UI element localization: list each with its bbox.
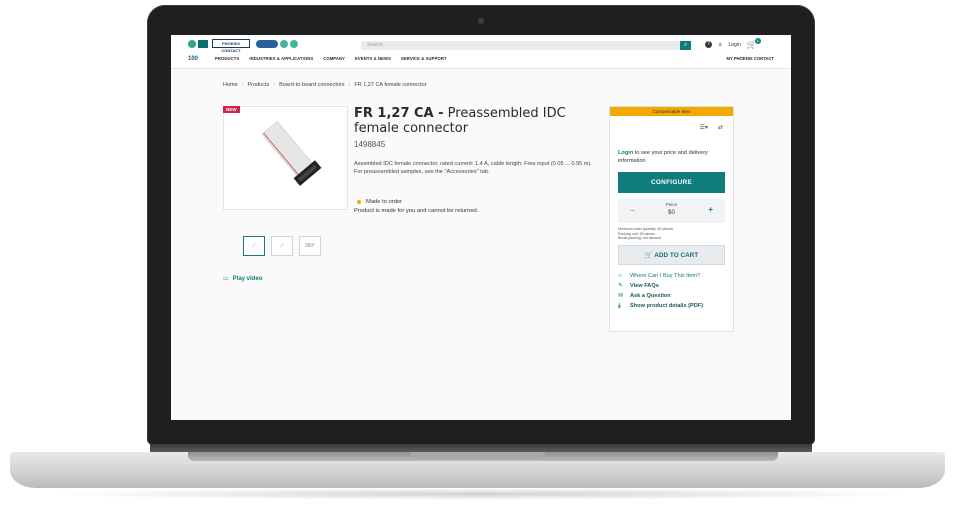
breadcrumb-products[interactable]: Products	[248, 82, 270, 88]
where-to-buy-label: Where Can I Buy This Item?	[630, 273, 701, 279]
customizable-banner: Customizable Item	[610, 107, 733, 116]
product-pdf-link[interactable]: ⤓ Show product details (PDF)	[618, 303, 730, 310]
nav-products[interactable]: PRODUCTS	[215, 56, 239, 61]
chevron-right-icon: ›	[348, 82, 351, 88]
main-nav: PRODUCTS INDUSTRIES & APPLICATIONS COMPA…	[215, 56, 447, 61]
logo-pill-icon	[256, 39, 278, 48]
list-view-icon[interactable]: ☰▾	[700, 124, 708, 131]
laptop-shadow	[40, 488, 920, 500]
video-icon: ▭	[223, 276, 229, 282]
user-icon[interactable]: ♙	[718, 42, 722, 48]
play-video-link[interactable]: ▭ Play video	[223, 275, 263, 283]
product-title: FR 1,27 CA - Preassembled IDC female con…	[354, 106, 599, 136]
laptop-mockup: PHOENIX CONTACT Search ⌕ ? ♙ Login 🛒 1 10…	[0, 0, 953, 507]
ask-question-label: Ask a Question	[630, 293, 671, 299]
play-video-label: Play video	[232, 275, 263, 282]
cart-icon[interactable]: 🛒 1	[747, 38, 761, 49]
break-packing-line: Break packing: not allowed	[618, 236, 661, 241]
header-actions: ? ♙ Login 🛒 1	[705, 38, 761, 49]
availability-label: Made to order	[366, 199, 403, 205]
connector-image	[261, 121, 322, 186]
store-icon: ⌂	[618, 273, 622, 279]
product-image[interactable]	[223, 106, 348, 210]
add-to-cart-label: ADD TO CART	[654, 252, 699, 259]
order-info: Minimum order quantity: 50 pieces Packin…	[618, 227, 728, 241]
login-link[interactable]: Login	[728, 42, 740, 48]
faq-icon: ✎	[618, 283, 624, 289]
product-pdf-label: Show product details (PDF)	[630, 303, 704, 309]
chevron-right-icon: ›	[273, 82, 276, 88]
breadcrumb-home[interactable]: Home	[223, 82, 238, 88]
thumbnail-strip: ⟋ ⟋ 360°	[243, 236, 321, 256]
new-badge: NEW	[223, 106, 240, 113]
logo-square-icon	[198, 39, 208, 48]
nav-service[interactable]: SERVICE & SUPPORT	[401, 56, 447, 61]
cart-count-badge: 1	[754, 38, 761, 44]
compare-icon[interactable]: ⇄	[718, 124, 723, 131]
panel-links: ⌂ Where Can I Buy This Item? ✎ View FAQs ✉…	[618, 273, 730, 310]
price-login-link[interactable]: Login	[618, 150, 633, 156]
breadcrumb-category[interactable]: Board-to-board connectors	[279, 82, 344, 88]
purchase-panel: Customizable Item ☰▾ ⇄ Login to see your…	[609, 106, 734, 332]
view-faqs-link[interactable]: ✎ View FAQs	[618, 283, 730, 290]
product-number: 1498845	[354, 140, 386, 149]
anniversary-logo: 100	[188, 56, 199, 62]
chat-icon: ✉	[618, 293, 624, 299]
nav-industries[interactable]: INDUSTRIES & APPLICATIONS	[249, 56, 313, 61]
search-icon[interactable]: ⌕	[680, 41, 691, 50]
my-account-link[interactable]: MY PHOENIX CONTACT	[726, 56, 774, 61]
add-to-cart-button[interactable]: 🛒 ADD TO CART	[618, 245, 725, 265]
breadcrumb: Home › Products › Board-to-board connect…	[223, 82, 427, 88]
ask-question-link[interactable]: ✉ Ask a Question	[618, 293, 730, 300]
price-login-note: Login to see your price and delivery inf…	[618, 149, 728, 165]
panel-tools: ☰▾ ⇄	[700, 124, 723, 131]
laptop-screen: PHOENIX CONTACT Search ⌕ ? ♙ Login 🛒 1 10…	[171, 35, 791, 420]
thumbnail-1[interactable]: ⟋	[243, 236, 265, 256]
quantity-stepper: − Piece $0 +	[618, 199, 725, 223]
plus-icon[interactable]: +	[708, 205, 713, 214]
availability-status: Made to order	[357, 199, 402, 205]
site-logo[interactable]: PHOENIX CONTACT	[188, 39, 298, 53]
breadcrumb-current: FR 1,27 CA female connector	[354, 82, 427, 88]
status-dot-icon	[357, 200, 361, 204]
product-title-code: FR 1,27 CA -	[354, 106, 444, 121]
logo-wordmark: PHOENIX CONTACT	[212, 39, 250, 53]
where-to-buy-link[interactable]: ⌂ Where Can I Buy This Item?	[618, 273, 730, 280]
thumbnail-360[interactable]: 360°	[299, 236, 321, 256]
logo-dot-icon	[188, 39, 196, 48]
laptop-lid: PHOENIX CONTACT Search ⌕ ? ♙ Login 🛒 1 10…	[147, 5, 815, 445]
logo-dot-icon	[280, 39, 288, 48]
nav-company[interactable]: COMPANY	[323, 56, 345, 61]
camera-icon	[478, 18, 484, 24]
nav-events[interactable]: EVENTS & NEWS	[355, 56, 391, 61]
logo-dot-icon	[290, 39, 298, 48]
laptop-notch	[410, 452, 545, 459]
configure-button[interactable]: CONFIGURE	[618, 172, 725, 193]
return-note: Product is made for you and cannot be re…	[354, 208, 479, 214]
help-icon[interactable]: ?	[705, 41, 712, 48]
download-icon: ⤓	[618, 303, 621, 309]
thumbnail-2[interactable]: ⟋	[271, 236, 293, 256]
site-header: PHOENIX CONTACT Search ⌕ ? ♙ Login 🛒 1 10…	[171, 35, 791, 69]
product-description: Assembled IDC female connector, rated cu…	[354, 161, 592, 175]
chevron-right-icon: ›	[241, 82, 244, 88]
search-input[interactable]: Search	[361, 41, 691, 50]
view-faqs-label: View FAQs	[630, 283, 659, 289]
